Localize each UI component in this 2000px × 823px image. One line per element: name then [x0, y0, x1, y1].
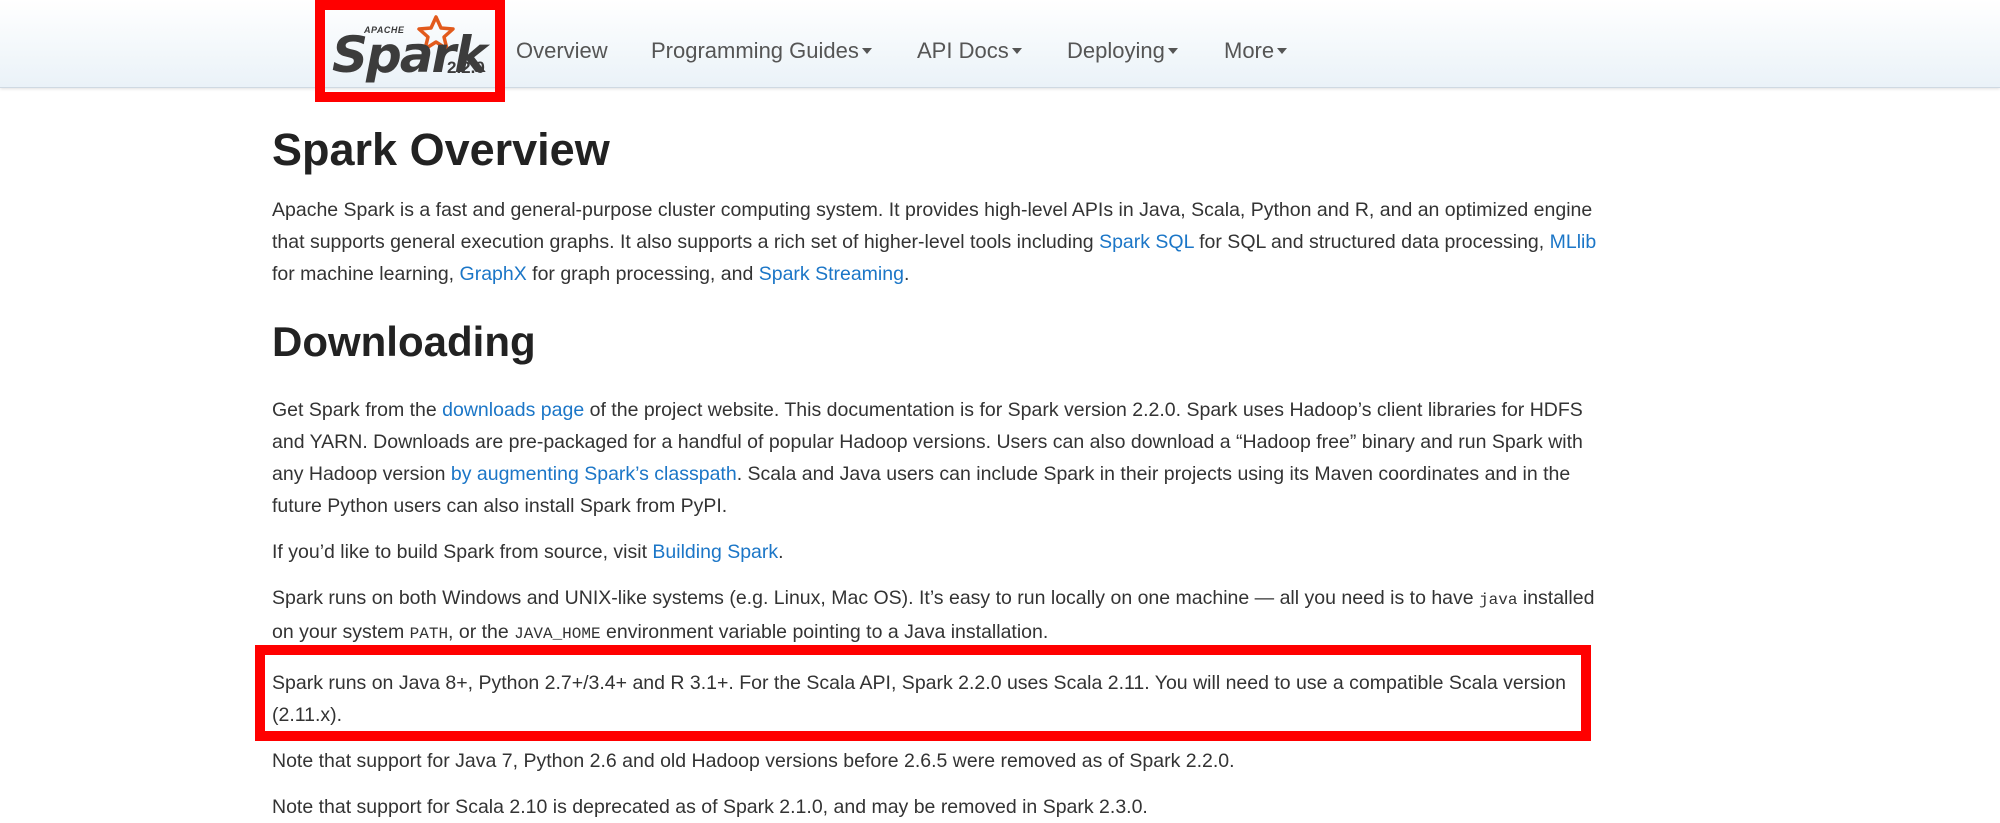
caret-down-icon	[861, 47, 872, 54]
downloading-paragraph: Get Spark from the downloads page of the…	[272, 399, 1583, 517]
nav-item-programming-guides[interactable]: Programming Guides	[651, 38, 872, 64]
nav-item-label: Programming Guides	[651, 38, 859, 63]
platforms-paragraph: Spark runs on both Windows and UNIX-like…	[272, 587, 1595, 643]
caret-down-icon	[1011, 47, 1022, 54]
code-path: PATH	[409, 625, 449, 643]
removed-support-note: Note that support for Java 7, Python 2.6…	[272, 750, 1235, 772]
building-spark-link[interactable]: Building Spark	[652, 541, 778, 563]
logo-highlight-box	[315, 0, 505, 102]
spark-streaming-link[interactable]: Spark Streaming	[759, 263, 904, 285]
nav-item-label: API Docs	[917, 38, 1009, 63]
requirements-highlight-box	[255, 645, 1591, 741]
downloads-page-link[interactable]: downloads page	[442, 399, 584, 421]
caret-down-icon	[1277, 47, 1288, 54]
nav-item-deploying[interactable]: Deploying	[1067, 38, 1178, 64]
deprecation-note: Note that support for Scala 2.10 is depr…	[272, 796, 1148, 818]
nav-item-label: More	[1224, 38, 1275, 63]
code-java-home: JAVA_HOME	[514, 625, 601, 643]
nav-item-more[interactable]: More	[1224, 38, 1288, 64]
caret-down-icon	[1167, 47, 1178, 54]
nav-item-label: Overview	[516, 38, 608, 63]
spark-sql-link[interactable]: Spark SQL	[1099, 231, 1194, 253]
nav-item-overview[interactable]: Overview	[516, 38, 608, 64]
mllib-link[interactable]: MLlib	[1550, 231, 1597, 253]
top-navbar: APACHE Spark 2.2.0 Overview Programming …	[0, 0, 2000, 88]
nav-item-api-docs[interactable]: API Docs	[917, 38, 1022, 64]
augmenting-classpath-link[interactable]: by augmenting Spark’s classpath	[451, 463, 737, 485]
overview-paragraph: Apache Spark is a fast and general-purpo…	[272, 199, 1597, 285]
page-title: Spark Overview	[272, 124, 610, 175]
nav-item-label: Deploying	[1067, 38, 1165, 63]
build-from-source-paragraph: If you’d like to build Spark from source…	[272, 541, 784, 563]
downloading-heading: Downloading	[272, 318, 536, 365]
graphx-link[interactable]: GraphX	[460, 263, 527, 285]
code-java: java	[1479, 591, 1518, 609]
